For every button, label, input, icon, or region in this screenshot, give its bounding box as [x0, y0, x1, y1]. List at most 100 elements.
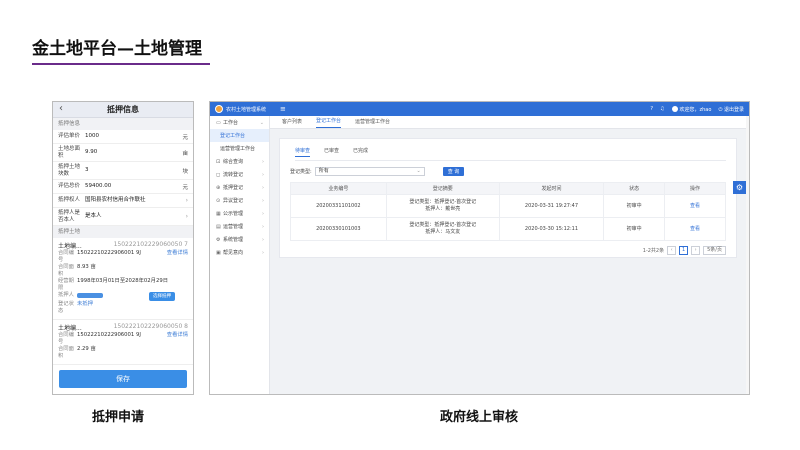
field-label: 抵押土地块数	[58, 164, 81, 177]
save-button[interactable]: 保存	[59, 370, 187, 388]
form-row-block-count[interactable]: 抵押土地块数 3 块	[53, 162, 193, 180]
field-label: 评估总价	[58, 183, 81, 190]
sidebar-item[interactable]: 登记工作台	[210, 129, 269, 142]
registration-type-select[interactable]: 所有 ⌄	[314, 167, 425, 176]
cell-time: 2020-03-31 19:27:47	[498, 194, 605, 218]
tab-registration-desk[interactable]: 登记工作台	[316, 117, 342, 128]
caption-left: 抵押申请	[92, 410, 145, 425]
chevron-icon: ›	[262, 197, 264, 204]
avatar	[671, 106, 678, 112]
summary-line: 抵押人：马文友	[425, 229, 461, 235]
page-size-select[interactable]: 5条/页	[703, 246, 726, 255]
select-pledge-button[interactable]: 选择抵押	[149, 292, 175, 301]
prev-page-button[interactable]: ‹	[667, 246, 677, 255]
sidebar-item[interactable]: 运营管理工作台	[210, 142, 269, 155]
cell-id: 20200331101002	[290, 194, 387, 218]
sidebar-icon: ⊡	[216, 158, 221, 165]
tab-operations-desk[interactable]: 运营管理工作台	[355, 118, 390, 128]
page-number-button[interactable]: 1	[679, 246, 689, 255]
field-label: 土地总面积	[58, 146, 81, 159]
caption-right: 政府线上审核	[440, 410, 519, 425]
tab-customer-list[interactable]: 客户列表	[282, 118, 302, 128]
bell-icon[interactable]: ♫	[660, 106, 664, 112]
sidebar-item[interactable]: ▤ 运营管理 ›	[210, 220, 269, 233]
sidebar-item[interactable]: ⚙ 系统管理 ›	[210, 233, 269, 246]
area-value: 8.93 亩	[77, 264, 96, 270]
view-link[interactable]: 查看	[664, 194, 726, 218]
field-value[interactable]: 国阳县农村信用合作联社	[85, 197, 180, 204]
mobile-header: ‹ 抵押信息	[53, 102, 193, 118]
col-header: 业务编号	[290, 182, 387, 195]
scrollbar[interactable]	[746, 116, 749, 394]
admin-window: 农村土地管理系统 ≡ ? ♫ 欢迎您，zhao ⏻ 退出登录 ▭ 工作台 ⌄ 登记工作…	[209, 101, 750, 395]
form-row-unit-price[interactable]: 评估单价 1000 元	[53, 130, 193, 144]
menu-icon[interactable]: ≡	[280, 105, 286, 113]
field-value[interactable]: 59400.00	[85, 183, 178, 190]
field-unit: 元	[182, 134, 188, 141]
filter-label: 登记类型:	[290, 169, 312, 175]
query-button[interactable]: 查 询	[442, 167, 465, 176]
sidebar-item[interactable]: ◻ 流转登记 ›	[210, 168, 269, 181]
registration-table: 业务编号 登记摘要 发起时间 状态 操作 20200331101002 登记类型…	[290, 182, 726, 241]
contract-line: 合同编号 15022210222906001 9J 查看详情	[58, 332, 188, 346]
chevron-icon: ›	[262, 223, 264, 230]
sidebar-icon: ⊙	[216, 197, 221, 204]
sidebar-item[interactable]: ▣ 帮见意向 ›	[210, 246, 269, 259]
contract-line: 合同编号 15022210222906001 9J 查看详情	[58, 250, 188, 264]
col-header: 状态	[603, 182, 666, 195]
sidebar-item[interactable]: ⊡ 综合查询 ›	[210, 155, 269, 168]
cell-status: 初审中	[603, 217, 666, 241]
review-card: 待审查 已审查 已完成 登记类型: 所有 ⌄ 查 询 业务编号 登记摘要 发起时间…	[279, 138, 737, 258]
form-row-total-area[interactable]: 土地总面积 9.90 亩	[53, 144, 193, 162]
field-value[interactable]: 3	[85, 167, 178, 174]
chevron-right-icon: ›	[185, 213, 188, 220]
cell-summary: 登记类型：抵押登记-首次登记 抵押人：戴世亮	[385, 194, 500, 218]
form-row-total-price[interactable]: 评估总价 59400.00 元	[53, 180, 193, 194]
contract-number: 15022210222906001 9J	[77, 332, 141, 338]
tab-pending[interactable]: 待审查	[295, 147, 311, 157]
area-line: 合同面积 8.93 亩	[58, 264, 188, 278]
cell-summary: 登记类型：抵押登记-首次登记 抵押人：马文友	[385, 217, 500, 241]
help-icon[interactable]: ?	[650, 106, 653, 112]
cell-time: 2020-03-30 15:12:11	[498, 217, 605, 241]
gear-icon[interactable]: ⚙	[733, 181, 746, 194]
sidebar-icon: ▣	[216, 249, 221, 256]
col-header: 操作	[664, 182, 726, 195]
back-icon[interactable]: ‹	[59, 103, 63, 114]
sidebar-item-label: 公示管理	[223, 211, 244, 217]
chevron-icon: ›	[262, 184, 264, 191]
land-code: 150222102229060050 7	[113, 241, 188, 248]
sidebar-item[interactable]: ⊙ 异议登记 ›	[210, 194, 269, 207]
logout-button[interactable]: ⏻ 退出登录	[718, 106, 744, 113]
tab-completed[interactable]: 已完成	[353, 147, 368, 157]
sidebar-item-label: 抵押登记	[223, 185, 244, 191]
select-value: 所有	[318, 168, 329, 174]
sidebar-icon: ◻	[216, 171, 221, 178]
sidebar-item[interactable]: ▭ 工作台 ⌄	[210, 116, 269, 129]
form-row-self[interactable]: 抵押人是否本人 是本人 ›	[53, 208, 193, 226]
view-link[interactable]: 查看	[664, 217, 726, 241]
view-details-link[interactable]: 查看详情	[167, 332, 188, 346]
land-block: 土地编... 150222102229060050 7 合同编号 1502221…	[53, 238, 193, 320]
sidebar: ▭ 工作台 ⌄ 登记工作台 运营管理工作台 ⊡ 综合查询 › ◻ 流转登记 › ⊕ 抵押登记 › ⊙ 异议登记…	[210, 116, 270, 394]
field-unit: 元	[182, 184, 188, 191]
field-value[interactable]: 1000	[85, 133, 178, 140]
sidebar-icon: ⚙	[216, 236, 221, 243]
tab-reviewed[interactable]: 已审查	[324, 147, 339, 157]
field-value[interactable]: 9.90	[85, 149, 178, 156]
view-details-link[interactable]: 查看详情	[167, 250, 188, 264]
sidebar-item-label: 运营管理工作台	[220, 146, 256, 152]
mortgagor-label: 抵押人	[58, 292, 74, 298]
chevron-right-icon: ›	[185, 197, 188, 204]
status-value: 未抵押	[77, 301, 93, 307]
user-menu[interactable]: 欢迎您，zhao	[671, 106, 711, 113]
slide-title: 金土地平台—土地管理	[32, 39, 202, 59]
mobile-title: 抵押信息	[107, 105, 139, 114]
sidebar-item[interactable]: ▦ 公示管理 ›	[210, 207, 269, 220]
col-header: 登记摘要	[385, 182, 500, 195]
field-value[interactable]: 是本人	[85, 213, 180, 220]
sidebar-item[interactable]: ⊕ 抵押登记 ›	[210, 181, 269, 194]
summary-line: 登记类型：抵押登记-首次登记	[409, 199, 477, 205]
form-row-pledgee[interactable]: 抵押权人 国阳县农村信用合作联社 ›	[53, 194, 193, 208]
next-page-button[interactable]: ›	[691, 246, 701, 255]
